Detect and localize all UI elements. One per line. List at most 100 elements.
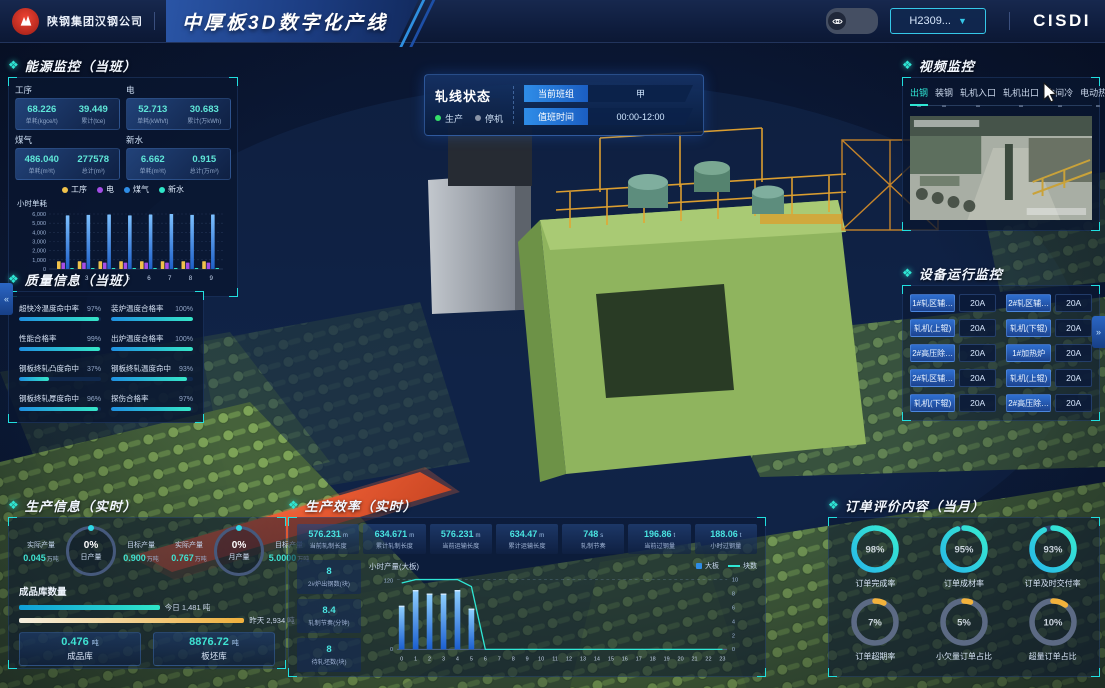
cctv-video-feed[interactable] xyxy=(910,116,1092,220)
line-status-left: 轧线状态 生产停机 xyxy=(435,86,503,125)
device-current-value: 20A xyxy=(959,369,996,387)
video-tab[interactable]: 轧机出口 xyxy=(1003,86,1039,102)
panel-energy-header: ❖ 能源监控（当班） xyxy=(8,56,238,74)
efficiency-card: 576.231m当前轧制长度 xyxy=(297,524,359,554)
legend-item: 煤气 xyxy=(124,184,149,195)
legend-item: 新水 xyxy=(159,184,184,195)
store-boxes: 0.476吨成品库8876.72吨板坯库 xyxy=(19,632,275,666)
panel-quality-header: ❖ 质量信息（当班） xyxy=(8,270,204,288)
panel-title: 生产效率（实时） xyxy=(305,496,417,515)
efficiency-box: 576.231m当前轧制长度634.671m累计轧制长度576.231m当前运输… xyxy=(288,517,766,677)
video-tab[interactable]: 出钢 xyxy=(910,86,928,102)
energy-metric: 486.040单耗(m³/t) xyxy=(16,154,68,175)
hour-legend-label: 大板 xyxy=(705,561,719,571)
side-stat-label: 2#炉出钢数(块) xyxy=(308,579,350,588)
order-donut: 95%订单成材率 xyxy=(920,522,1009,589)
energy-group-name: 煤气 xyxy=(15,134,120,146)
svg-text:3,000: 3,000 xyxy=(32,240,46,246)
energy-groups: 工序68.226单耗(kgce/t)39.449累计(tce)电52.713单耗… xyxy=(15,84,231,180)
device-current-value: 20A xyxy=(959,294,996,312)
stock-bar-fill xyxy=(19,618,244,623)
target-output-unit: 万吨 xyxy=(147,557,159,563)
video-box: 出钢装钢轧机入口轧机出口中间冷电动热… xyxy=(902,77,1100,231)
quality-item: 性能合格率99% xyxy=(19,333,101,351)
quality-item-value: 100% xyxy=(175,336,193,343)
legend-label: 煤气 xyxy=(133,184,149,195)
device-label: 轧机(上辊) xyxy=(1006,369,1051,387)
store-unit: 吨 xyxy=(232,640,239,647)
store-label: 成品库 xyxy=(67,650,93,662)
device-label: 2#轧区辅… xyxy=(1006,294,1051,312)
efficiency-card-label: 当前运输长度 xyxy=(442,541,479,550)
order-donut: 93%订单及时交付率 xyxy=(1008,522,1097,589)
video-tab[interactable]: 轧机入口 xyxy=(960,86,996,102)
line-status-title: 轧线状态 xyxy=(435,86,503,105)
device-cell: 轧机(下辊)20A xyxy=(910,394,996,412)
svg-text:11: 11 xyxy=(552,657,558,663)
svg-text:5,000: 5,000 xyxy=(32,221,46,227)
corner-bracket xyxy=(828,668,837,677)
order-donuts: 98%订单完成率95%订单成材率93%订单及时交付率7%订单超期率5%小欠量订单… xyxy=(829,518,1099,666)
legend-dot xyxy=(124,187,130,193)
order-donut-label: 超量订单占比 xyxy=(1029,651,1077,662)
panel-production-header: ❖ 生产信息（实时） xyxy=(8,496,286,514)
energy-group: 电52.713单耗(kWh/t)30.683累计(万kWh) xyxy=(126,84,231,130)
svg-text:4: 4 xyxy=(456,657,459,663)
legend-line-swatch xyxy=(728,565,740,567)
corner-bracket xyxy=(1091,222,1100,231)
device-label: 1#轧区辅… xyxy=(910,294,955,312)
energy-metric-label: 单耗(m³/t) xyxy=(127,166,179,175)
stock-bar-row: 今日 1,481 吨 xyxy=(19,603,275,612)
camera-select-value: H2309... xyxy=(909,15,951,27)
visibility-toggle[interactable] xyxy=(826,8,878,34)
panel-devices-header: ❖ 设备运行监控 xyxy=(902,264,1100,282)
quality-bar-fill xyxy=(19,377,49,381)
devices-box: 1#轧区辅…20A2#轧区辅…20A轧机(上辊)20A轧机(下辊)20A2#高压… xyxy=(902,285,1100,421)
panel-energy: ❖ 能源监控（当班） 工序68.226单耗(kgce/t)39.449累计(tc… xyxy=(8,56,238,297)
energy-group: 煤气486.040单耗(m³/t)277578总计(m³) xyxy=(15,134,120,180)
production-gauge-group: 实际产量0.045万吨0%日产量目标产量0.900万吨 xyxy=(19,526,163,576)
corner-bracket xyxy=(8,517,17,526)
svg-text:93%: 93% xyxy=(1043,545,1063,556)
actual-output-unit: 万吨 xyxy=(195,557,207,563)
svg-text:10: 10 xyxy=(538,657,544,663)
collapse-right-handle[interactable]: » xyxy=(1092,316,1105,348)
efficiency-card-unit: s xyxy=(600,533,603,539)
gauge-right-col: 目标产量0.900万吨 xyxy=(119,540,163,563)
quality-item-row: 钢板终轧厚度命中96% xyxy=(19,393,101,404)
quality-item-value: 100% xyxy=(175,306,193,313)
corner-bracket xyxy=(195,414,204,423)
camera-select-dropdown[interactable]: H2309... ▼ xyxy=(890,8,986,34)
video-tab[interactable]: 电动热… xyxy=(1080,86,1105,102)
svg-text:2: 2 xyxy=(428,657,431,663)
status-badge-value: 00:00-12:00 xyxy=(588,108,693,125)
efficiency-cards: 576.231m当前轧制长度634.671m累计轧制长度576.231m当前运输… xyxy=(297,524,757,554)
energy-group-name: 工序 xyxy=(15,84,120,96)
svg-text:18: 18 xyxy=(650,657,656,663)
device-cell: 2#轧区辅…20A xyxy=(910,369,996,387)
device-label: 轧机(下辊) xyxy=(910,394,955,412)
svg-text:2: 2 xyxy=(732,633,735,639)
gauge-percent: 0% xyxy=(232,540,246,551)
quality-item-value: 97% xyxy=(179,396,193,403)
quality-item-label: 钢板终轧厚度命中 xyxy=(19,393,79,404)
efficiency-card-value: 196.86t xyxy=(644,529,675,539)
collapse-left-handle[interactable]: « xyxy=(0,283,13,315)
legend-item: 工序 xyxy=(62,184,87,195)
svg-text:0: 0 xyxy=(732,647,735,653)
panel-title: 设备运行监控 xyxy=(919,264,1003,283)
video-tab[interactable]: 装钢 xyxy=(935,86,953,102)
hour-chart-header: 小时产量(大板) 大板块数 xyxy=(369,560,757,572)
status-badge-label: 值班时间 xyxy=(524,108,588,125)
svg-text:1: 1 xyxy=(414,657,417,663)
device-label: 2#轧区辅… xyxy=(910,369,955,387)
corner-bracket xyxy=(8,77,17,86)
hour-output-chart-wrap: 小时产量(大板) 大板块数 12001086420012345678910111… xyxy=(369,560,757,672)
quality-item: 出炉温度合格率100% xyxy=(111,333,193,351)
mouse-cursor xyxy=(1043,82,1061,102)
efficiency-card-unit: m xyxy=(539,533,544,539)
status-badge-value: 甲 xyxy=(588,85,693,102)
legend-label: 电 xyxy=(106,184,114,195)
quality-item-value: 97% xyxy=(87,306,101,313)
hour-output-chart: 1200108642001234567891011121314151617181… xyxy=(369,572,757,672)
